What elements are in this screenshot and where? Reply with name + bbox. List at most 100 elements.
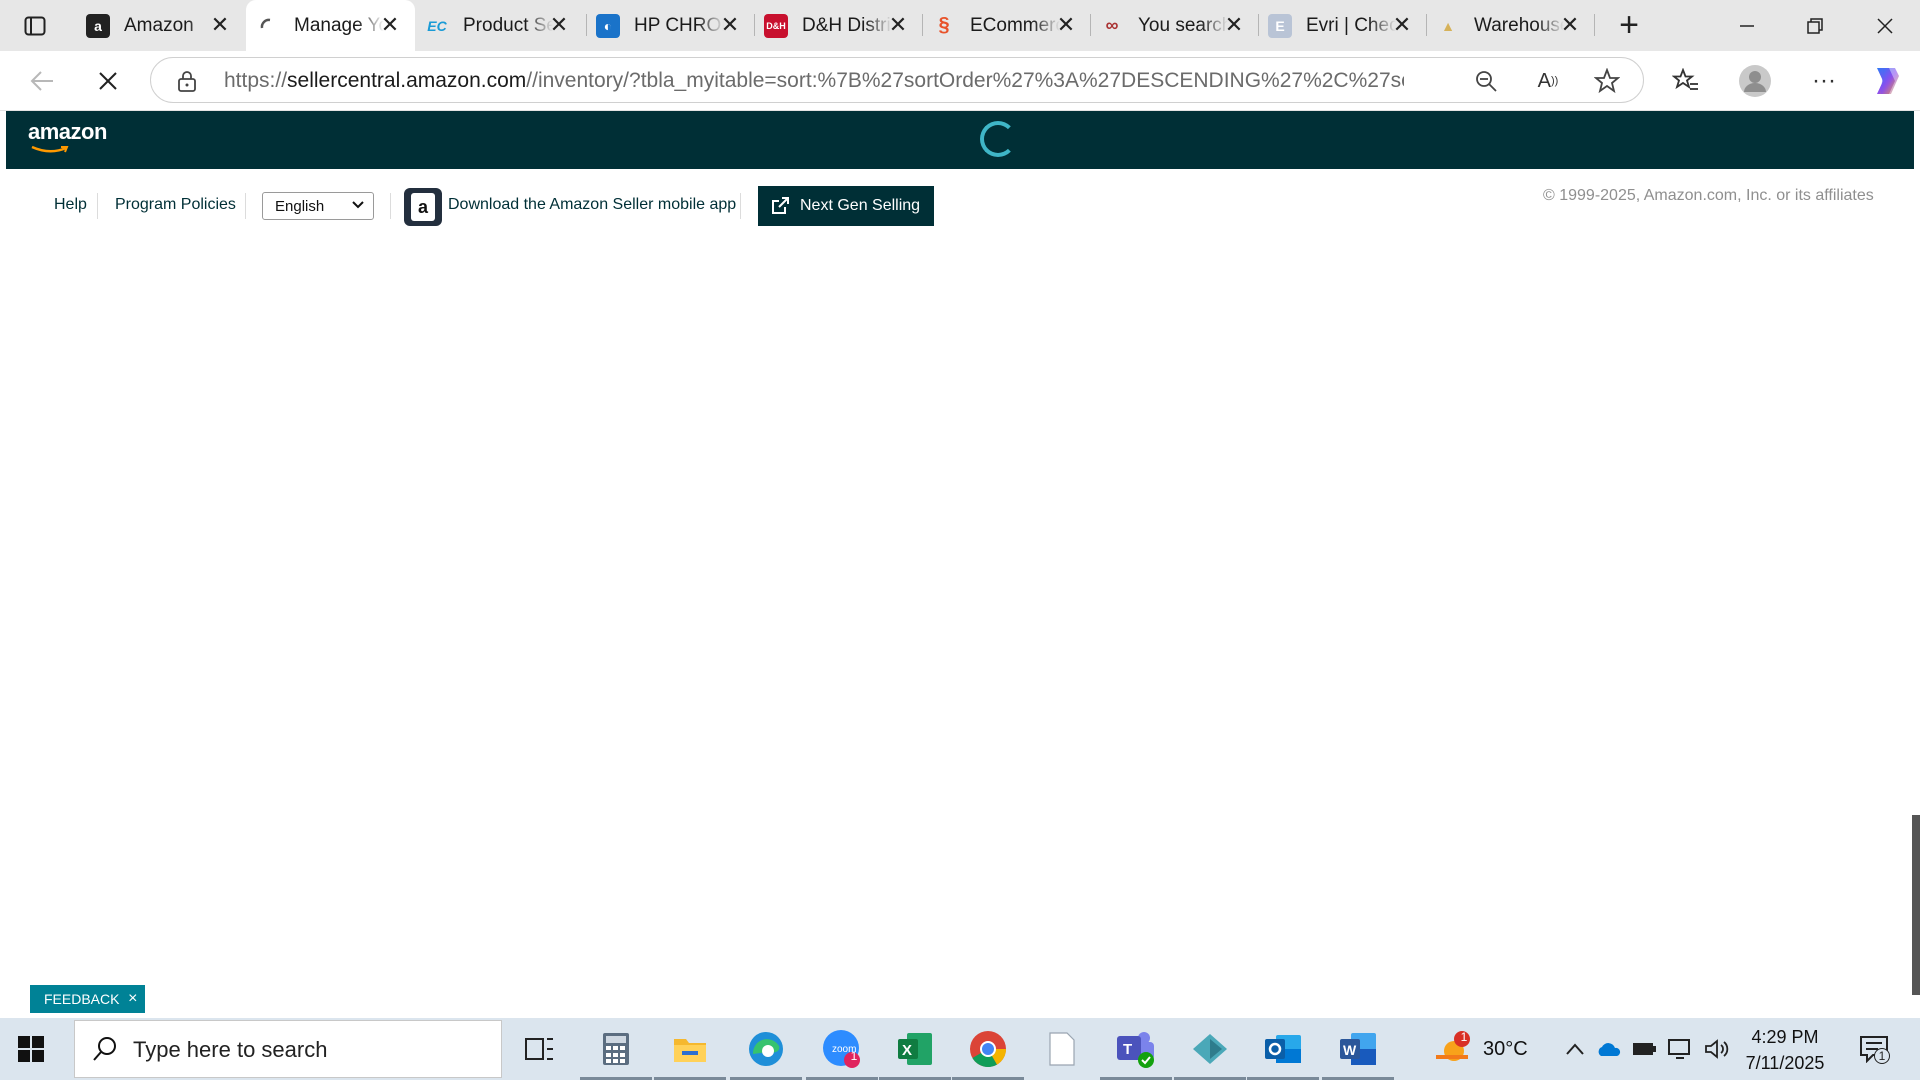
close-icon[interactable]: ✕ xyxy=(1391,14,1413,36)
amazon-logo[interactable]: amazon xyxy=(28,119,107,153)
amazon-app-icon[interactable]: a xyxy=(404,188,442,226)
swirl-icon: § xyxy=(938,14,950,36)
favorite-star-icon[interactable] xyxy=(1592,66,1622,96)
teams-icon[interactable]: T xyxy=(1100,1027,1172,1080)
close-icon[interactable]: ✕ xyxy=(887,14,909,36)
hp-icon: ◐ xyxy=(596,13,620,38)
weather-badge: 1 xyxy=(1460,1030,1468,1044)
lock-icon[interactable] xyxy=(177,70,197,97)
tab-manage-inventory[interactable]: Manage Your Inventory ✕ xyxy=(246,0,415,51)
task-view-icon[interactable] xyxy=(518,1027,562,1071)
profile-avatar-icon[interactable] xyxy=(1735,61,1775,101)
warehouse-icon: ▲ xyxy=(1441,17,1455,34)
tab-you-searched[interactable]: ∞ You searched ✕ xyxy=(1090,0,1259,51)
tab-warehouse[interactable]: ▲ Warehouse ✕ xyxy=(1426,0,1595,51)
zoom-icon[interactable] xyxy=(1471,66,1501,96)
tab-strip: a Amazon ✕ Manage Your Inventory ✕ EC Pr… xyxy=(0,0,1920,51)
feedback-label: FEEDBACK xyxy=(44,991,120,1007)
windows-taskbar: Type here to search zoom 1 X T W 1 30°C xyxy=(0,1018,1920,1080)
restore-button[interactable] xyxy=(1782,0,1848,51)
close-icon[interactable]: ✕ xyxy=(379,14,401,36)
close-icon[interactable]: ✕ xyxy=(548,14,570,36)
loading-spinner-icon xyxy=(980,121,1016,157)
ec-icon: EC xyxy=(427,17,447,34)
excel-icon[interactable]: X xyxy=(879,1027,951,1080)
close-window-button[interactable] xyxy=(1852,0,1918,51)
help-link[interactable]: Help xyxy=(54,196,87,214)
next-gen-label: Next Gen Selling xyxy=(800,197,921,214)
vpn-app-icon[interactable] xyxy=(1174,1027,1246,1080)
close-icon[interactable]: ✕ xyxy=(1055,14,1077,36)
tab-title: Evri | Check xyxy=(1306,14,1396,36)
browser-toolbar: https://sellercentral.amazon.com//invent… xyxy=(0,51,1920,111)
network-icon[interactable] xyxy=(1668,1036,1694,1062)
new-tab-button[interactable]: + xyxy=(1612,8,1646,42)
tab-title: D&H Distributing xyxy=(802,14,892,36)
notepad-icon[interactable] xyxy=(1040,1027,1084,1071)
amazon-header-bar: amazon xyxy=(6,111,1914,169)
feedback-button[interactable]: FEEDBACK × xyxy=(30,985,146,1013)
battery-icon[interactable] xyxy=(1632,1036,1658,1062)
system-clock[interactable]: 4:29 PM 7/11/2025 xyxy=(1730,1024,1840,1076)
search-placeholder: Type here to search xyxy=(133,1037,328,1062)
notification-count: 1 xyxy=(1874,1048,1890,1064)
close-icon[interactable]: ✕ xyxy=(209,14,231,36)
tab-actions-icon[interactable] xyxy=(16,12,54,40)
language-value: English xyxy=(275,198,325,215)
tab-title: Warehouse xyxy=(1474,14,1564,36)
binoculars-icon: ∞ xyxy=(1105,15,1119,35)
tab-ecommerce[interactable]: § ECommerce ✕ xyxy=(922,0,1091,51)
chevron-down-icon xyxy=(351,197,365,215)
chrome-icon[interactable] xyxy=(952,1027,1024,1080)
volume-icon[interactable] xyxy=(1704,1036,1730,1062)
taskbar-search-box[interactable]: Type here to search xyxy=(74,1020,502,1078)
tab-product-search[interactable]: EC Product Search ✕ xyxy=(415,0,584,51)
more-menu-icon[interactable]: ··· xyxy=(1804,61,1844,101)
temperature-text[interactable]: 30°C xyxy=(1483,1038,1528,1061)
amazon-icon: a xyxy=(86,13,110,38)
stop-loading-button[interactable] xyxy=(88,61,128,101)
dh-icon: D&H xyxy=(764,13,788,38)
copilot-icon[interactable] xyxy=(1866,61,1906,101)
close-icon[interactable]: × xyxy=(128,990,137,1008)
download-app-link[interactable]: Download the Amazon Seller mobile app xyxy=(448,196,736,214)
address-bar[interactable]: https://sellercentral.amazon.com//invent… xyxy=(150,57,1644,103)
svg-text:X: X xyxy=(902,1042,912,1059)
svg-text:W: W xyxy=(1343,1042,1357,1058)
notifications-icon[interactable]: 1 xyxy=(1856,1036,1892,1064)
calculator-icon[interactable] xyxy=(580,1027,652,1080)
close-icon[interactable]: ✕ xyxy=(1559,14,1581,36)
next-gen-selling-button[interactable]: Next Gen Selling xyxy=(758,186,934,226)
language-select[interactable]: English xyxy=(262,192,374,220)
url-text[interactable]: https://sellercentral.amazon.com//invent… xyxy=(224,69,1404,93)
close-icon[interactable]: ✕ xyxy=(719,14,741,36)
tab-title: HP CHROMEBOOK xyxy=(634,14,724,36)
copyright-text: © 1999-2025, Amazon.com, Inc. or its aff… xyxy=(1543,187,1874,204)
tab-amazon[interactable]: a Amazon ✕ xyxy=(76,0,245,51)
read-aloud-icon[interactable]: A)) xyxy=(1533,66,1563,96)
tab-evri[interactable]: E Evri | Check ✕ xyxy=(1258,0,1427,51)
favorites-icon[interactable] xyxy=(1666,61,1706,101)
chevron-up-icon[interactable] xyxy=(1562,1036,1588,1062)
word-icon[interactable]: W xyxy=(1322,1027,1394,1080)
back-button[interactable] xyxy=(22,61,62,101)
loading-icon xyxy=(256,14,280,38)
tab-title: Amazon xyxy=(124,14,194,36)
windows-start-icon[interactable] xyxy=(18,1036,44,1067)
tab-title: You searched xyxy=(1138,14,1228,36)
file-explorer-icon[interactable] xyxy=(654,1027,726,1080)
tab-hp-chromebook[interactable]: ◐ HP CHROMEBOOK ✕ xyxy=(586,0,755,51)
tab-dh-distributing[interactable]: D&H D&H Distributing ✕ xyxy=(754,0,923,51)
edge-icon[interactable] xyxy=(730,1027,802,1080)
close-icon[interactable]: ✕ xyxy=(1223,14,1245,36)
minimize-button[interactable] xyxy=(1714,0,1780,51)
program-policies-link[interactable]: Program Policies xyxy=(115,196,236,214)
tab-title: Product Search xyxy=(463,14,553,36)
zoom-app-icon[interactable]: zoom 1 xyxy=(806,1027,878,1080)
outlook-icon[interactable] xyxy=(1247,1027,1319,1080)
search-icon xyxy=(91,1035,119,1068)
onedrive-icon[interactable] xyxy=(1596,1036,1622,1062)
evri-icon: E xyxy=(1268,13,1292,38)
weather-icon[interactable]: 1 xyxy=(1430,1027,1474,1071)
scrollbar[interactable] xyxy=(1912,815,1920,995)
